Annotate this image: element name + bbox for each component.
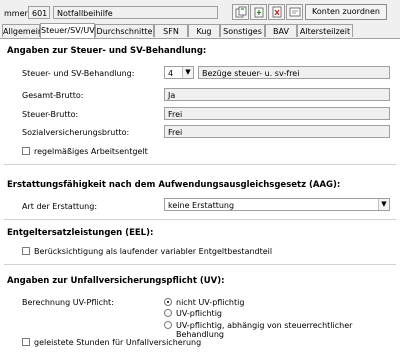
- uv-option-liable-radio[interactable]: [164, 309, 172, 317]
- tab-sfn[interactable]: SFN: [154, 24, 188, 37]
- sv-gross-label: Sozialversicherungsbrutto:: [22, 128, 130, 137]
- uv-option-not-liable-label[interactable]: nicht UV-pflichtig: [176, 298, 244, 307]
- tax-gross-label: Steuer-Brutto:: [22, 110, 79, 119]
- number-label: mmer:: [4, 9, 31, 18]
- section-tax-title: Angaben zur Steuer- und SV-Behandlung:: [7, 46, 207, 56]
- tab-altersteilzeit[interactable]: Altersteilzeit: [297, 24, 353, 37]
- treatment-label: Steuer- und SV-Behandlung:: [22, 69, 135, 78]
- variable-part-checkbox[interactable]: [22, 247, 30, 255]
- uv-option-not-liable-radio[interactable]: [164, 298, 172, 306]
- tab-bav[interactable]: BAV: [265, 24, 297, 37]
- paste-icon: [254, 7, 264, 18]
- paste-button[interactable]: [250, 4, 267, 20]
- assign-accounts-button[interactable]: Konten zuordnen: [305, 4, 387, 20]
- divider: [4, 264, 396, 265]
- sv-gross-field: Frei: [164, 125, 390, 138]
- uv-hours-checkbox[interactable]: [22, 338, 30, 346]
- regular-pay-label: regelmäßiges Arbeitsentgelt: [34, 147, 148, 156]
- refund-type-dropdown[interactable]: keine Erstattung ▼: [164, 198, 390, 211]
- uv-hours-label: geleistete Stunden für Unfallversicherun…: [34, 338, 202, 347]
- treatment-code-dropdown[interactable]: 4 ▼: [164, 66, 194, 79]
- gross-label: Gesamt-Brutto:: [22, 91, 84, 100]
- chevron-down-icon[interactable]: ▼: [378, 199, 389, 210]
- delete-button[interactable]: [268, 4, 285, 20]
- section-uv-title: Angaben zur Unfallversicherungspflicht (…: [7, 276, 225, 286]
- tab-durchschnitte[interactable]: Durchschnitte: [95, 24, 154, 37]
- uv-option-liable-label[interactable]: UV-pflichtig: [176, 309, 222, 318]
- variable-part-label: Berücksichtigung als laufender variabler…: [34, 247, 273, 256]
- number-field[interactable]: 601: [28, 6, 50, 19]
- section-aag-title: Erstattungsfähigkeit nach dem Aufwendung…: [7, 180, 341, 190]
- section-eel-title: Entgeltersatzleistungen (EEL):: [7, 228, 154, 238]
- tab-sonstiges[interactable]: Sonstiges: [220, 24, 265, 37]
- treatment-code-value: 4: [168, 69, 174, 78]
- divider: [4, 219, 396, 220]
- regular-pay-checkbox[interactable]: [22, 147, 30, 155]
- divider: [4, 164, 396, 165]
- copy-button[interactable]: [232, 4, 249, 20]
- tab-steuer-sv-uv[interactable]: Steuer/SV/UV: [40, 23, 95, 38]
- refund-type-value: keine Erstattung: [168, 201, 235, 210]
- uv-option-dependent-label[interactable]: UV-pflichtig, abhängig von steuerrechtli…: [176, 321, 400, 339]
- tax-gross-field: Frei: [164, 107, 390, 120]
- uv-option-dependent-radio[interactable]: [164, 321, 172, 329]
- treatment-text-field: Bezüge steuer- u. sv-frei: [198, 66, 390, 79]
- uv-calc-label: Berechnung UV-Pflicht:: [22, 298, 114, 307]
- tab-panel: Angaben zur Steuer- und SV-Behandlung: S…: [0, 39, 400, 352]
- delete-icon: [272, 6, 282, 18]
- tab-kug[interactable]: Kug: [188, 24, 220, 37]
- name-field[interactable]: Notfallbeihilfe: [53, 6, 218, 19]
- tab-allgemein[interactable]: Allgemein: [2, 24, 43, 37]
- tab-strip: Allgemein Steuer/SV/UV Durchschnitte SFN…: [0, 23, 400, 39]
- info-button[interactable]: [286, 4, 303, 20]
- copy-icon: [235, 6, 247, 18]
- refund-type-label: Art der Erstattung:: [22, 202, 98, 211]
- gross-field: Ja: [164, 88, 390, 101]
- info-icon: [289, 7, 301, 17]
- chevron-down-icon[interactable]: ▼: [182, 67, 193, 78]
